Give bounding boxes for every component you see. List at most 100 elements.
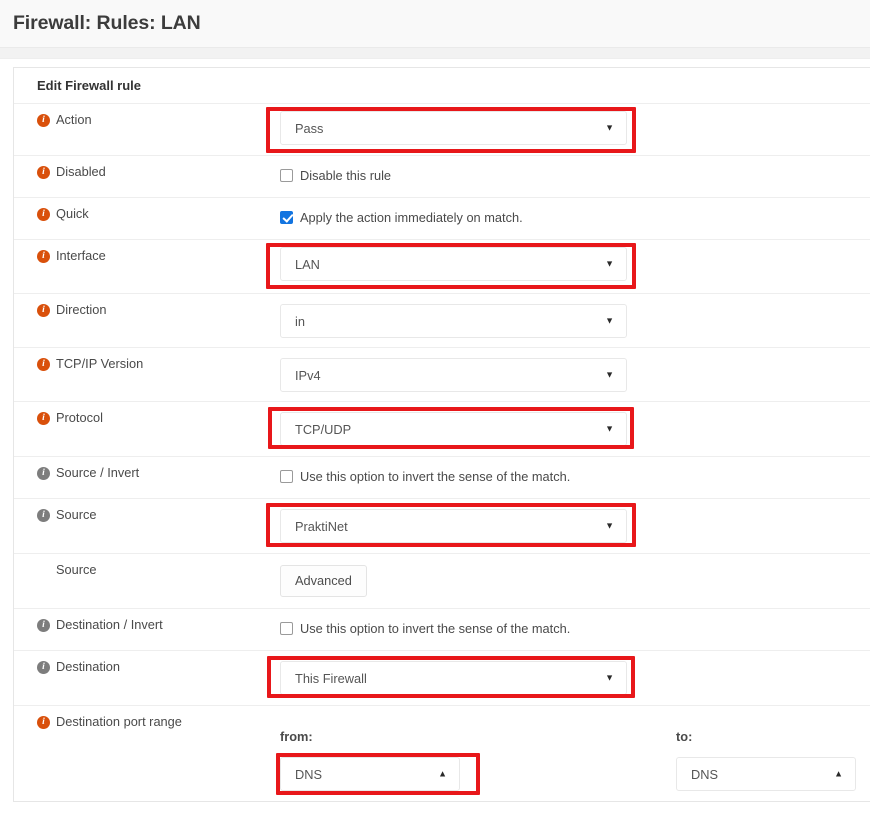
form-row-destination-port-range: i Destination port range from: DNS ▲ to:… <box>14 706 870 801</box>
direction-field-cell: in ▼ <box>266 294 870 345</box>
quick-checkbox-row[interactable]: Apply the action immediately on match. <box>280 205 870 227</box>
destination-port-to-value: DNS <box>691 766 719 782</box>
action-label: Action <box>56 112 92 127</box>
info-icon: i <box>37 509 50 522</box>
interface-label: Interface <box>56 248 106 263</box>
direction-label: Direction <box>56 302 107 317</box>
action-label-cell: i Action <box>14 104 266 129</box>
quick-label-cell: i Quick <box>14 198 266 223</box>
source-invert-checkbox[interactable] <box>280 469 293 483</box>
quick-label: Quick <box>56 206 89 221</box>
protocol-select[interactable]: TCP/UDP ▼ <box>280 412 627 446</box>
info-icon: i <box>37 358 50 371</box>
edit-firewall-rule-panel: Edit Firewall rule i Action Pass ▼ i Dis… <box>13 67 870 802</box>
chevron-down-icon: ▼ <box>605 520 614 531</box>
form-row-disabled: i Disabled Disable this rule <box>14 156 870 198</box>
firewall-rule-edit-page: Firewall: Rules: LAN Edit Firewall rule … <box>0 0 870 814</box>
chevron-up-icon: ▲ <box>438 768 447 779</box>
protocol-label-cell: i Protocol <box>14 402 266 427</box>
form-row-direction: i Direction in ▼ <box>14 294 870 348</box>
tcpip-version-select-value: IPv4 <box>295 367 321 383</box>
chevron-down-icon: ▼ <box>605 122 614 133</box>
source-invert-checkbox-row[interactable]: Use this option to invert the sense of t… <box>280 464 870 486</box>
tcpip-version-select[interactable]: IPv4 ▼ <box>280 358 627 392</box>
destination-invert-checkbox-label: Use this option to invert the sense of t… <box>300 620 571 636</box>
port-from-column: from: DNS ▲ <box>276 729 676 795</box>
action-select-value: Pass <box>295 120 324 136</box>
interface-select[interactable]: LAN ▼ <box>280 247 627 281</box>
direction-select[interactable]: in ▼ <box>280 304 627 338</box>
panel-heading-label: Edit Firewall rule <box>37 78 142 93</box>
quick-checkbox-label: Apply the action immediately on match. <box>300 209 523 225</box>
form-row-action: i Action Pass ▼ <box>14 104 870 156</box>
form-row-source: i Source PraktiNet ▼ <box>14 499 870 554</box>
source-label-cell: i Source <box>14 499 266 524</box>
form-row-destination-invert: i Destination / Invert Use this option t… <box>14 609 870 651</box>
form-row-tcpip-version: i TCP/IP Version IPv4 ▼ <box>14 348 870 402</box>
destination-port-from-select[interactable]: DNS ▲ <box>280 757 460 791</box>
source-invert-label: Source / Invert <box>56 465 140 480</box>
chevron-up-icon: ▲ <box>834 768 843 779</box>
quick-checkbox[interactable] <box>280 210 293 224</box>
source-field-cell: PraktiNet ▼ <box>266 499 870 550</box>
source-invert-field-cell: Use this option to invert the sense of t… <box>266 457 870 493</box>
source-advanced-label: Source <box>56 562 97 577</box>
info-icon: i <box>37 467 50 480</box>
page-header: Firewall: Rules: LAN <box>0 0 870 48</box>
source-advanced-button[interactable]: Advanced <box>280 565 367 597</box>
info-icon: i <box>37 166 50 179</box>
destination-invert-field-cell: Use this option to invert the sense of t… <box>266 609 870 645</box>
destination-port-range-field-cell: from: DNS ▲ to: DNS ▲ <box>266 706 870 798</box>
source-invert-label-cell: i Source / Invert <box>14 457 266 482</box>
tcpip-version-label: TCP/IP Version <box>56 356 144 371</box>
destination-port-to-select[interactable]: DNS ▲ <box>676 757 856 791</box>
source-select-value: PraktiNet <box>295 518 348 534</box>
destination-invert-label: Destination / Invert <box>56 617 163 632</box>
disable-rule-checkbox[interactable] <box>280 168 293 182</box>
disable-rule-checkbox-row[interactable]: Disable this rule <box>280 163 870 185</box>
destination-select-value: This Firewall <box>295 670 367 686</box>
disable-rule-checkbox-label: Disable this rule <box>300 167 392 183</box>
protocol-select-value: TCP/UDP <box>295 421 352 437</box>
destination-select[interactable]: This Firewall ▼ <box>280 661 627 695</box>
destination-invert-label-cell: i Destination / Invert <box>14 609 266 634</box>
destination-invert-checkbox-row[interactable]: Use this option to invert the sense of t… <box>280 616 870 638</box>
chevron-down-icon: ▼ <box>605 258 614 269</box>
action-field-cell: Pass ▼ <box>266 104 870 153</box>
chevron-down-icon: ▼ <box>605 315 614 326</box>
source-invert-checkbox-label: Use this option to invert the sense of t… <box>300 468 571 484</box>
source-advanced-label-cell: Source <box>14 554 266 579</box>
port-from-label: from: <box>280 729 313 744</box>
protocol-label: Protocol <box>56 410 103 425</box>
interface-field-cell: LAN ▼ <box>266 240 870 289</box>
action-select[interactable]: Pass ▼ <box>280 111 627 145</box>
destination-field-cell: This Firewall ▼ <box>266 651 870 702</box>
disabled-label: Disabled <box>56 164 106 179</box>
page-title: Firewall: Rules: LAN <box>13 12 201 34</box>
destination-invert-checkbox[interactable] <box>280 621 293 635</box>
info-icon: i <box>37 250 50 263</box>
interface-label-cell: i Interface <box>14 240 266 265</box>
disabled-label-cell: i Disabled <box>14 156 266 181</box>
panel-heading: Edit Firewall rule <box>14 68 870 104</box>
tcpip-version-label-cell: i TCP/IP Version <box>14 348 266 373</box>
chevron-down-icon: ▼ <box>605 672 614 683</box>
form-row-quick: i Quick Apply the action immediately on … <box>14 198 870 240</box>
direction-select-value: in <box>295 313 305 329</box>
header-divider <box>0 48 870 59</box>
protocol-field-cell: TCP/UDP ▼ <box>266 402 870 453</box>
chevron-down-icon: ▼ <box>605 369 614 380</box>
source-select[interactable]: PraktiNet ▼ <box>280 509 627 543</box>
port-to-label: to: <box>676 729 693 744</box>
info-icon: i <box>37 208 50 221</box>
destination-port-range-label: Destination port range <box>56 714 182 729</box>
port-to-column: to: DNS ▲ <box>676 729 870 791</box>
destination-label: Destination <box>56 659 121 674</box>
direction-label-cell: i Direction <box>14 294 266 319</box>
chevron-down-icon: ▼ <box>605 423 614 434</box>
info-icon: i <box>37 661 50 674</box>
form-row-protocol: i Protocol TCP/UDP ▼ <box>14 402 870 457</box>
destination-port-from-value: DNS <box>295 766 323 782</box>
destination-label-cell: i Destination <box>14 651 266 676</box>
form-row-interface: i Interface LAN ▼ <box>14 240 870 294</box>
